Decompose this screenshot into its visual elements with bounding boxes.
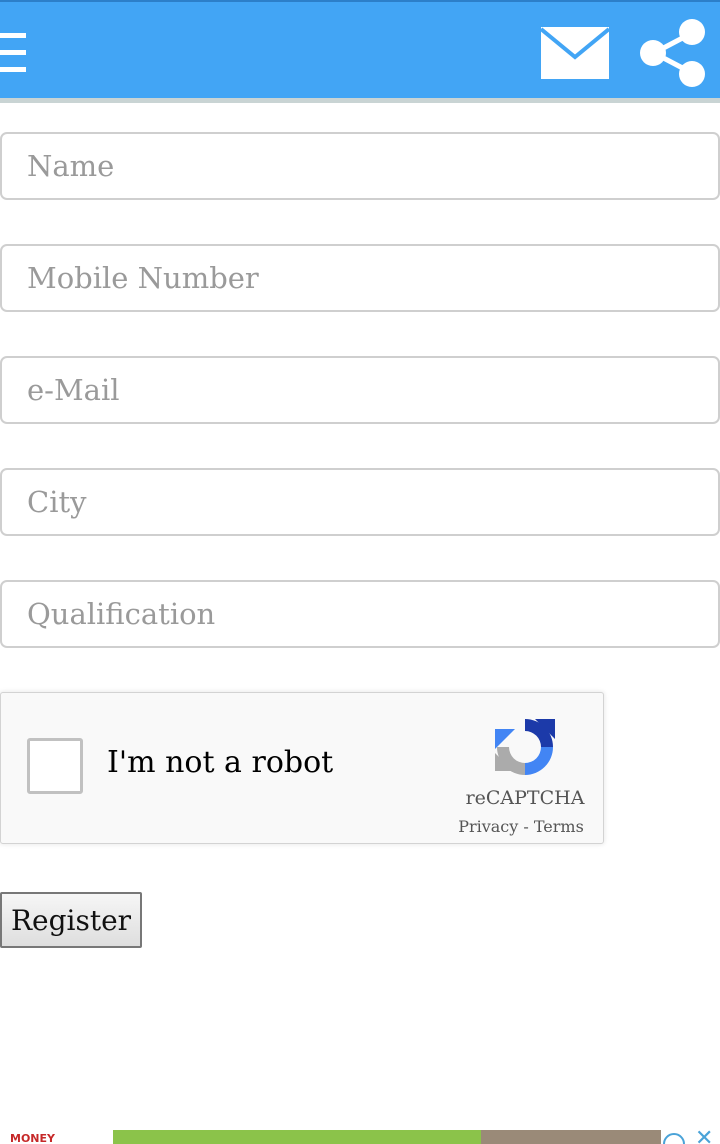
privacy-link[interactable]: Privacy [458, 817, 518, 836]
register-button[interactable]: Register [0, 892, 142, 948]
recaptcha-logo-icon [495, 719, 555, 775]
ad-image [113, 1130, 481, 1144]
ad-info-icon[interactable] [663, 1133, 685, 1144]
ad-logo-text: MONEY [0, 1130, 113, 1144]
name-input[interactable] [0, 132, 720, 200]
envelope-icon[interactable] [541, 27, 609, 79]
recaptcha-brand-text: reCAPTCHA [465, 787, 585, 809]
hamburger-menu-icon[interactable] [0, 33, 26, 73]
qualification-input[interactable] [0, 580, 720, 648]
recaptcha-links: Privacy - Terms [441, 817, 601, 836]
ad-photo [481, 1130, 661, 1144]
recaptcha-widget: I'm not a robot reCAPTCHA Privacy - Term… [0, 692, 604, 844]
ad-controls: ✕ [661, 1130, 720, 1144]
recaptcha-checkbox[interactable] [27, 738, 83, 794]
email-input[interactable] [0, 356, 720, 424]
share-icon[interactable] [638, 17, 708, 89]
city-input[interactable] [0, 468, 720, 536]
recaptcha-label: I'm not a robot [107, 745, 334, 780]
links-separator: - [518, 817, 534, 836]
ad-close-icon[interactable]: ✕ [695, 1130, 713, 1144]
ad-banner[interactable]: MONEY ✕ [0, 1130, 720, 1144]
mobile-number-input[interactable] [0, 244, 720, 312]
header-divider [0, 98, 720, 103]
terms-link[interactable]: Terms [534, 817, 584, 836]
app-header [0, 2, 720, 98]
